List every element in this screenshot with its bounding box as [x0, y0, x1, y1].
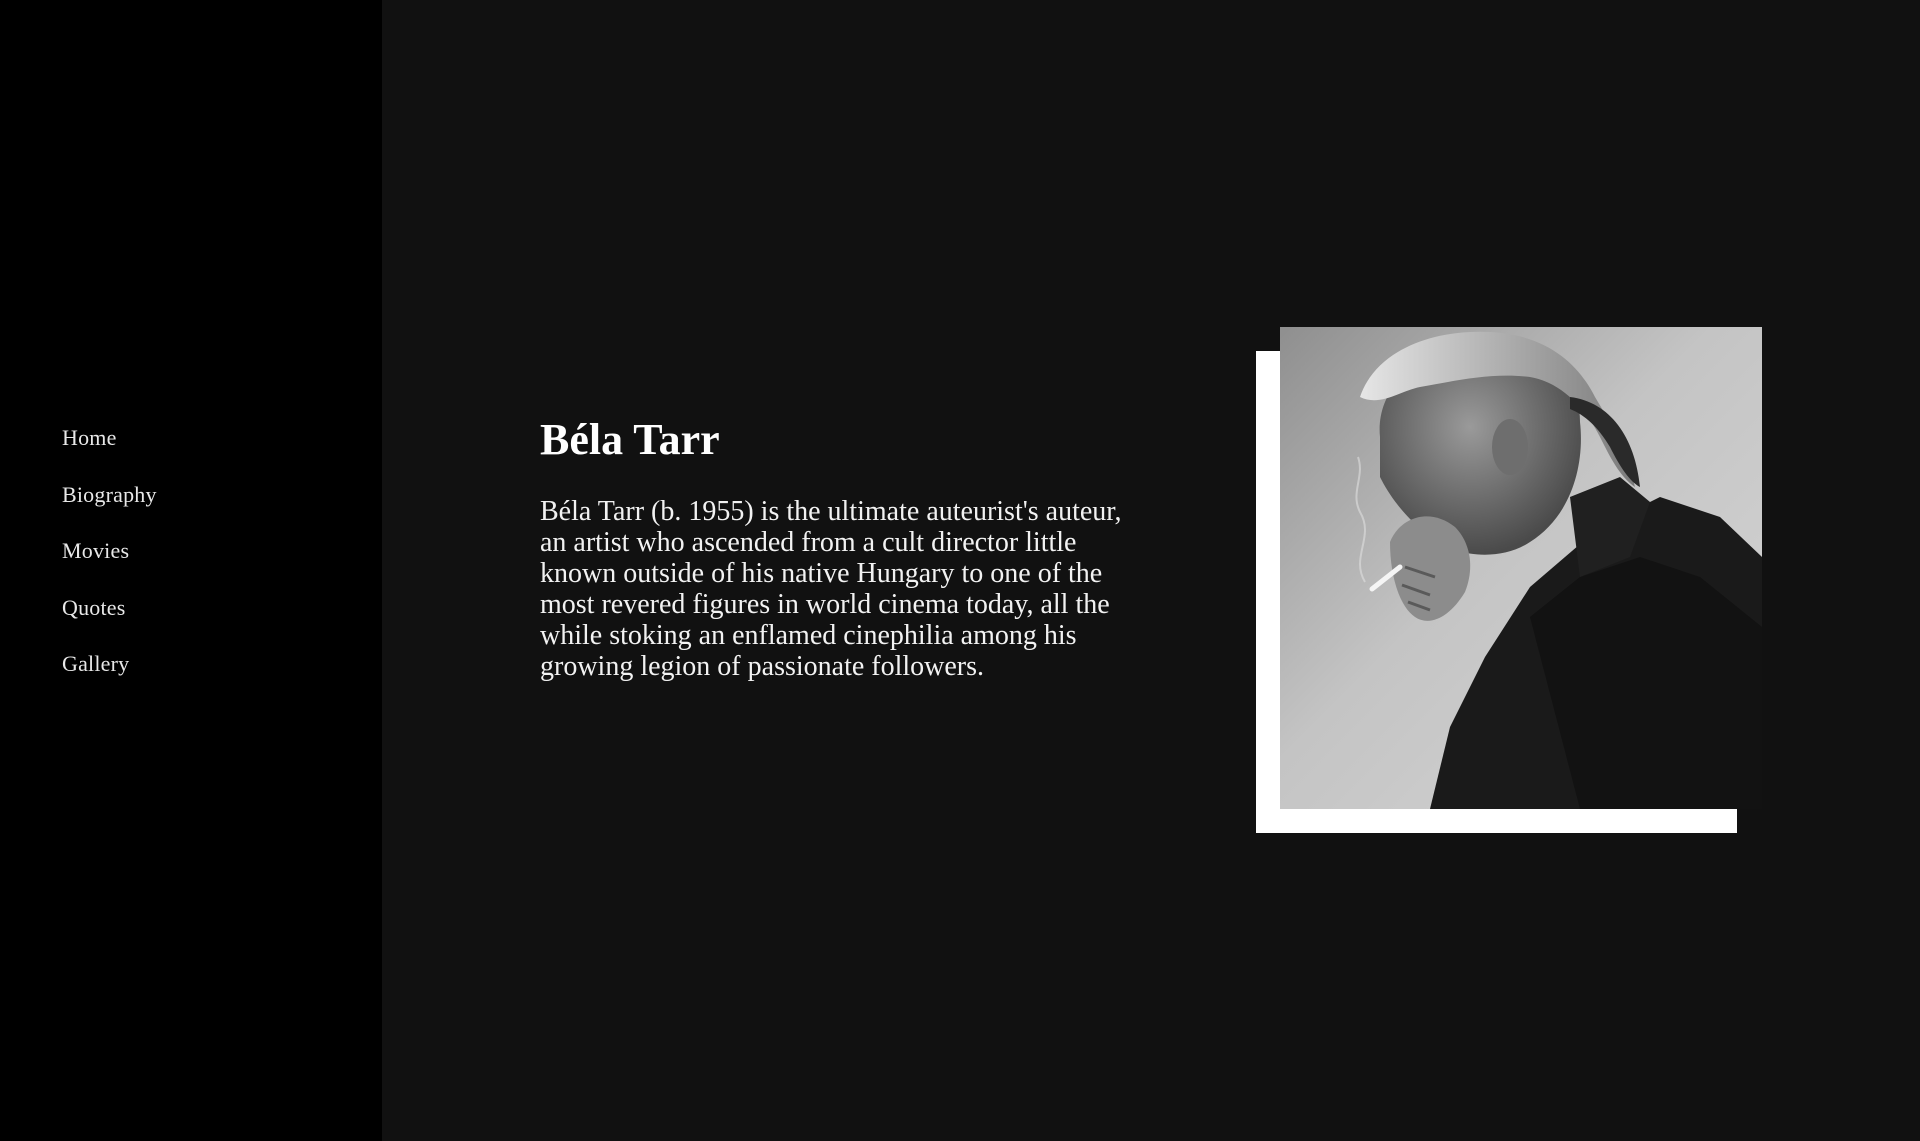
sidebar-nav: Home Biography Movies Quotes Gallery [62, 420, 157, 703]
page-title: Béla Tarr [540, 415, 720, 464]
sidebar: Home Biography Movies Quotes Gallery [0, 0, 382, 1141]
nav-item-home[interactable]: Home [62, 420, 157, 477]
nav-item-quotes[interactable]: Quotes [62, 590, 157, 647]
portrait-photo [1280, 327, 1762, 809]
nav-item-biography[interactable]: Biography [62, 477, 157, 534]
bio-paragraph: Béla Tarr (b. 1955) is the ultimate aute… [540, 496, 1122, 683]
nav-item-gallery[interactable]: Gallery [62, 646, 157, 703]
page: Home Biography Movies Quotes Gallery Bél… [0, 0, 1920, 1141]
nav-item-movies[interactable]: Movies [62, 533, 157, 590]
intro-section: Béla Tarr Béla Tarr (b. 1955) is the ult… [540, 415, 1130, 683]
portrait-illustration [1280, 327, 1762, 809]
